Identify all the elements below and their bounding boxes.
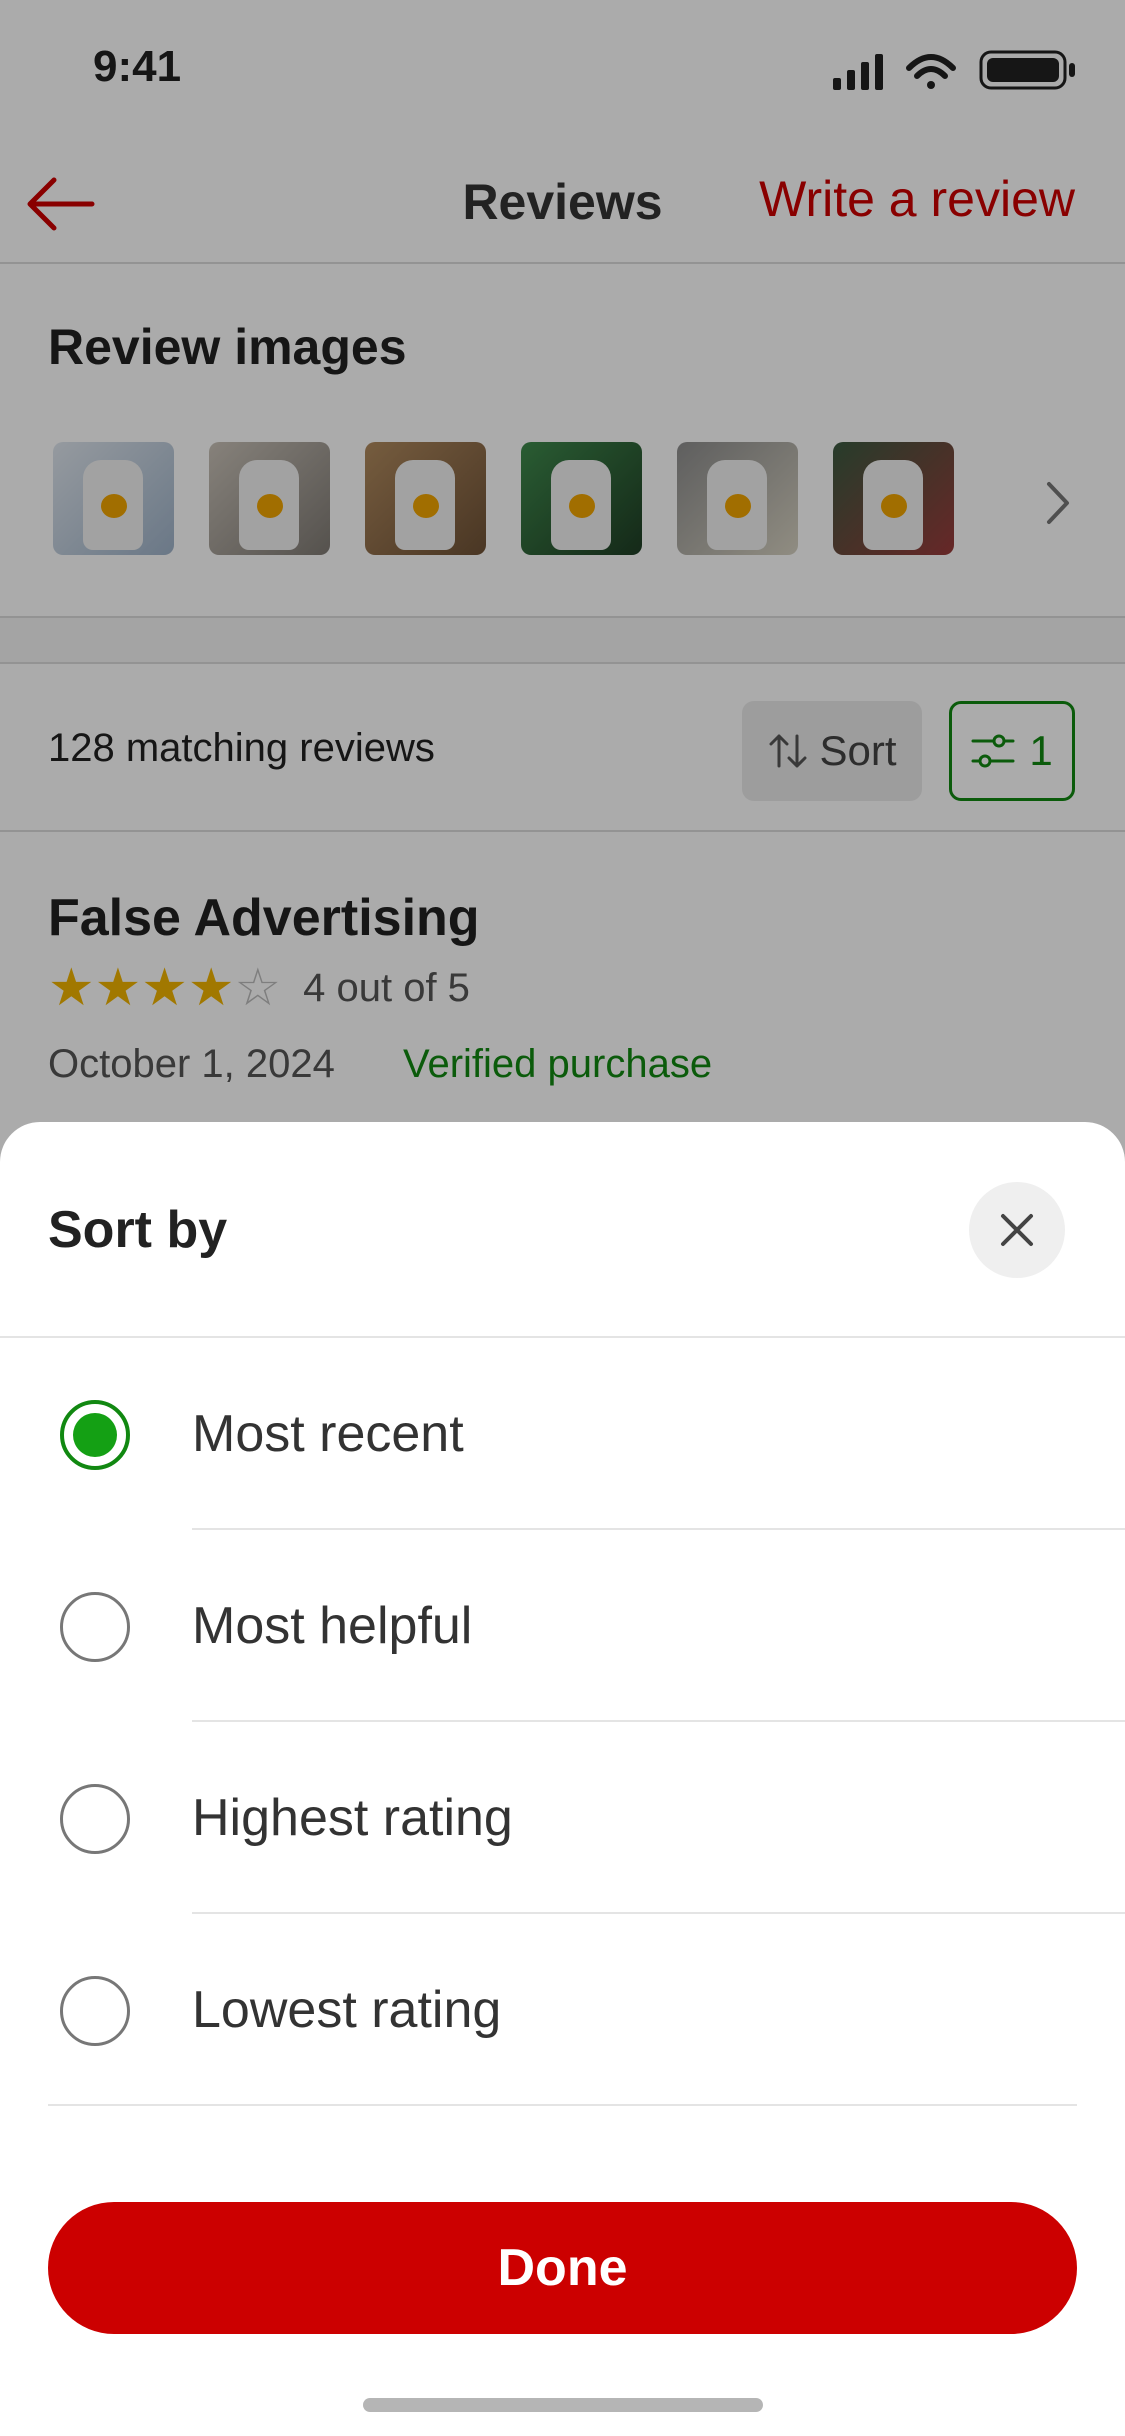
sort-option-lowest-rating[interactable]: Lowest rating (0, 1914, 1125, 2106)
sort-option-highest-rating[interactable]: Highest rating (0, 1722, 1125, 1914)
sort-options-list: Most recent Most helpful Highest rating … (0, 1338, 1125, 2106)
sheet-title: Sort by (48, 1201, 228, 1259)
sort-option-label: Most helpful (192, 1597, 473, 1655)
sort-option-most-helpful[interactable]: Most helpful (0, 1530, 1125, 1722)
sort-option-label: Most recent (192, 1405, 464, 1463)
done-button[interactable]: Done (48, 2202, 1077, 2334)
sort-bottom-sheet: Sort by Most recent Most helpful Highest… (0, 1122, 1125, 2436)
radio-button-selected[interactable] (60, 1400, 130, 1470)
radio-button[interactable] (60, 1592, 130, 1662)
close-button[interactable] (969, 1182, 1065, 1278)
sort-option-most-recent[interactable]: Most recent (0, 1338, 1125, 1530)
sheet-header: Sort by (0, 1122, 1125, 1338)
close-icon (1001, 1214, 1033, 1246)
divider (48, 2104, 1077, 2106)
sort-option-label: Lowest rating (192, 1981, 502, 2039)
home-indicator[interactable] (363, 2398, 763, 2412)
radio-button[interactable] (60, 1784, 130, 1854)
sort-option-label: Highest rating (192, 1789, 513, 1847)
radio-button[interactable] (60, 1976, 130, 2046)
